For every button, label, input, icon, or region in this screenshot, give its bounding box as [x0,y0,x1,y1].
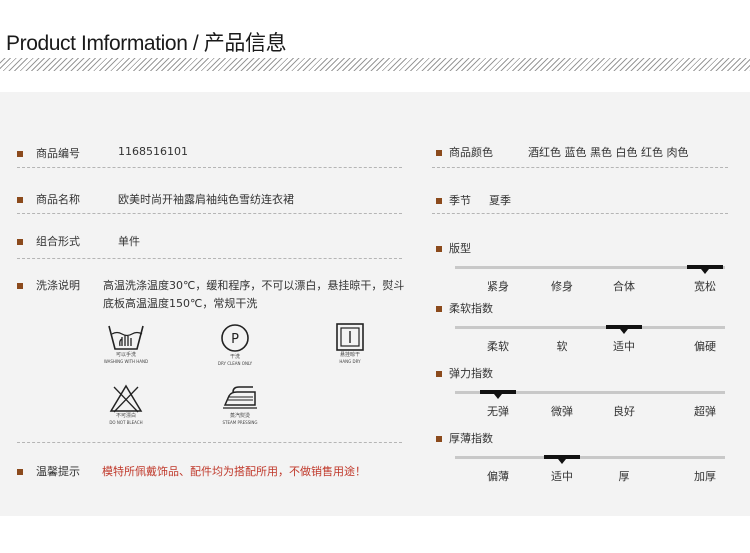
sku-value: 1168516101 [118,145,188,158]
row-divider [17,442,402,443]
name-label: 商品名称 [36,193,80,206]
care-en-label: WASHING WITH HAND [103,359,149,364]
wash-instructions: 高温洗涤温度30℃，缓和程序，不可以漂白，悬挂晾干，熨斗底板高温温度150℃，常… [103,279,405,310]
dry-clean-icon: P [221,324,249,352]
bullet-icon [436,436,442,442]
scale-option: 适中 [551,470,573,483]
row-divider [17,213,402,214]
scale-option: 微弹 [551,405,573,418]
name-value: 欧美时尚开袖露肩袖纯色雪纺连衣裙 [118,193,294,206]
care-en-label: DRY CLEAN ONLY [217,361,253,366]
care-steam-iron: 蒸汽熨烫 STEAM PRESSING [210,383,270,426]
scale-track [455,456,725,459]
scale-pointer-icon [701,269,709,274]
bullet-icon [436,246,442,252]
bullet-icon [436,150,442,156]
scale-option: 无弹 [487,405,509,418]
care-cn-label: 悬挂晾干 [339,352,360,358]
scale-pointer-icon [494,394,502,399]
scale-track [455,326,725,329]
scale-label: 柔软指数 [449,302,493,315]
care-dry-clean: P 干洗 DRY CLEAN ONLY [205,322,265,367]
wash-label: 洗涤说明 [36,279,80,292]
scale-option: 软 [556,340,568,353]
scale-track [455,266,725,269]
scale-option: 厚 [618,470,630,483]
scale-option: 柔软 [487,340,509,353]
bullet-icon [436,198,442,204]
care-en-label: DO NOT BLEACH [109,420,143,425]
bullet-icon [17,239,23,245]
no-bleach-icon [109,384,143,413]
scale-option: 合体 [613,280,635,293]
scale-pointer-icon [558,459,566,464]
page-title: Product Imformation / 产品信息 [6,32,287,55]
season-label: 季节 [449,194,471,207]
warm-tip-text: 模特所佩戴饰品、配件均为搭配所用，不做销售用途！ [102,465,366,478]
dry-clean-symbol: P [231,332,239,347]
scale-option: 偏薄 [487,470,509,483]
scale-option: 适中 [613,340,635,353]
scale-option: 良好 [613,405,635,418]
color-value: 酒红色 蓝色 黑色 白色 红色 肉色 [528,146,689,159]
care-cn-label: 不可漂白 [115,413,136,419]
care-cn-label: 干洗 [229,354,240,360]
steam-iron-icon [223,386,257,409]
care-hand-wash: 可以手洗 WASHING WITH HAND [96,322,156,365]
care-cn-label: 蒸汽熨烫 [229,413,250,419]
hand-wash-icon [108,325,144,350]
scale-option: 修身 [551,280,573,293]
bullet-icon [436,306,442,312]
scale-option: 超弹 [694,405,716,418]
scale-label: 弹力指数 [449,367,493,380]
hang-dry-icon [336,323,364,351]
bullet-icon [436,371,442,377]
row-divider [17,258,402,259]
scale-option: 紧身 [487,280,509,293]
header-divider [0,58,750,71]
row-divider [17,167,402,168]
bullet-icon [17,283,23,289]
scale-option: 加厚 [694,470,716,483]
bullet-icon [17,469,23,475]
form-label: 组合形式 [36,235,80,248]
color-label: 商品颜色 [449,146,493,159]
bullet-icon [17,151,23,157]
scale-option: 偏硬 [694,340,716,353]
sku-label: 商品编号 [36,147,80,160]
care-hang-dry: 悬挂晾干 HANG DRY [320,322,380,365]
warm-label: 温馨提示 [36,465,80,478]
scale-label: 厚薄指数 [449,432,493,445]
care-en-label: HANG DRY [339,359,361,364]
scale-option: 宽松 [694,280,716,293]
scale-pointer-icon [620,329,628,334]
form-value: 单件 [118,235,140,248]
row-divider [432,167,728,168]
season-value: 夏季 [489,194,511,207]
scale-label: 版型 [449,242,471,255]
bullet-icon [17,197,23,203]
row-divider [432,213,728,214]
care-cn-label: 可以手洗 [115,352,136,358]
care-no-bleach: 不可漂白 DO NOT BLEACH [96,383,156,426]
care-en-label: STEAM PRESSING [222,420,258,425]
